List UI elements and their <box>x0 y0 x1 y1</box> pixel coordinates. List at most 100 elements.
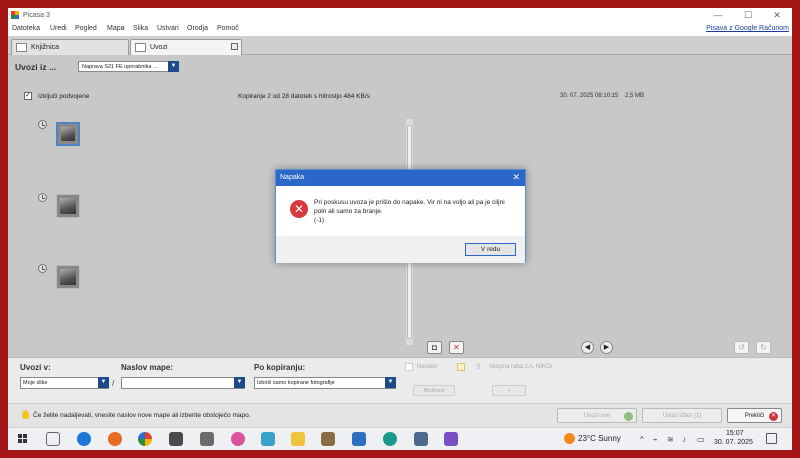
menu-slika[interactable]: Slika <box>133 25 148 32</box>
app-icon[interactable] <box>200 432 214 446</box>
copy-progress-text: Kopiranje 2 od 28 datotek s hitrostjo 48… <box>238 93 370 100</box>
app-icon[interactable] <box>169 432 183 446</box>
error-dialog: Napaka ✕ ✕ Pri poskusu uvoza je prišlo d… <box>275 169 526 263</box>
import-icon <box>135 43 146 52</box>
close-icon[interactable]: ✕ <box>512 172 520 183</box>
import-source-select[interactable]: Naprava S21 FE uporabnika ... ▼ <box>78 61 179 72</box>
chevron-down-icon[interactable]: ▼ <box>98 377 109 388</box>
dialog-footer: V redu <box>276 236 525 263</box>
menu-orodja[interactable]: Orodja <box>187 25 208 32</box>
picasa-taskbar-icon[interactable] <box>138 432 152 446</box>
import-all-label: Uvozi vse <box>583 413 610 419</box>
calendar-icon[interactable] <box>352 432 366 446</box>
google-account-link[interactable]: Pisava z Google Računom <box>706 25 789 32</box>
cancel-button[interactable]: Prekliči ✕ <box>727 408 782 423</box>
next-arrow-icon[interactable]: ▶ <box>600 341 613 354</box>
tab-library[interactable]: Knjižnica <box>11 39 129 55</box>
edge-browser-icon[interactable] <box>77 432 91 446</box>
dialog-title: Napaka <box>280 174 305 181</box>
tab-import-label: Uvozi <box>150 44 168 51</box>
weather-icon[interactable] <box>564 433 575 444</box>
calculator-icon[interactable] <box>414 432 428 446</box>
dialog-message: Pri poskusu uvoza je prišlo do napake. V… <box>314 199 505 215</box>
taskbar: 23°C Sunny ^ ⌁ ≋ ♪ ▭ 15:07 30. 07. 2025 <box>8 427 792 450</box>
wifi-icon[interactable]: ≋ <box>667 435 674 444</box>
lightbulb-icon <box>22 410 29 419</box>
battery-icon[interactable]: ▭ <box>697 435 705 444</box>
menu-uredi[interactable]: Uredi <box>50 25 67 32</box>
title-bar: Picasa 3 — ☐ ✕ <box>8 8 792 23</box>
dialog-error-code: (-1) <box>314 217 325 224</box>
dialog-body: ✕ Pri poskusu uvoza je prišlo do napake.… <box>276 186 525 236</box>
thumbnail-1[interactable] <box>56 122 80 146</box>
app-icon[interactable] <box>231 432 245 446</box>
thumbnail-2[interactable] <box>56 194 80 218</box>
exclude-duplicates-checkbox[interactable] <box>24 91 32 100</box>
app-icon[interactable] <box>321 432 335 446</box>
edge-icon[interactable] <box>383 432 397 446</box>
share-option-field[interactable]: Možnost <box>413 385 455 396</box>
menu-pogled[interactable]: Pogled <box>75 25 97 32</box>
photo-date: 30. 07. 2025 08:10:15 <box>560 93 619 99</box>
add-recipient-button[interactable]: + <box>492 385 526 396</box>
menu-ustvari[interactable]: Ustvari <box>157 25 179 32</box>
clock-icon <box>38 120 47 129</box>
star-icon <box>457 363 465 371</box>
delete-icon[interactable]: ✕ <box>449 341 464 354</box>
error-icon: ✕ <box>290 200 308 218</box>
tab-strip: Knjižnica Uvozi <box>8 36 792 55</box>
upload-icon: ⇪ <box>475 362 482 371</box>
tab-library-label: Knjižnica <box>31 44 60 51</box>
after-copy-select[interactable]: Izbriši samo kopirane fotografije ▼ <box>254 377 396 389</box>
action-bar: Če želite nadaljevati, vnesite naslov no… <box>8 403 792 427</box>
window-title: Picasa 3 <box>23 12 50 19</box>
app-icon[interactable] <box>444 432 458 446</box>
windows-start-icon[interactable] <box>18 434 28 444</box>
minimize-button[interactable]: — <box>703 8 733 23</box>
screen: Picasa 3 — ☐ ✕ Datoteka Uredi Pogled Map… <box>8 8 792 450</box>
import-to-select[interactable]: Moje slike ▼ <box>20 377 109 389</box>
previous-arrow-icon[interactable]: ◀ <box>581 341 594 354</box>
import-all-button[interactable]: Uvozi vse <box>557 408 637 423</box>
maximize-button[interactable]: ☐ <box>733 8 763 23</box>
task-view-icon[interactable] <box>46 432 60 446</box>
chevron-down-icon[interactable]: ▼ <box>234 377 245 388</box>
hint-text: Če želite nadaljevati, vnesite naslov no… <box>33 412 251 419</box>
exclude-duplicates-label: Izključi podvojene <box>38 93 90 100</box>
ok-button[interactable]: V redu <box>465 243 516 256</box>
firefox-icon[interactable] <box>108 432 122 446</box>
settings-checkbox[interactable] <box>405 363 413 371</box>
clock-icon <box>38 264 47 273</box>
tab-close-icon[interactable] <box>231 43 238 50</box>
network-icon[interactable]: ⌁ <box>653 435 658 444</box>
import-options: Uvozi v: Moje slike ▼ / Naslov mape: ▼ P… <box>8 357 792 403</box>
rotate-left-icon[interactable]: ↺ <box>734 341 749 354</box>
check-icon <box>624 412 633 421</box>
clock-time[interactable]: 15:07 <box>726 430 744 437</box>
weather-text[interactable]: 23°C Sunny <box>578 434 621 443</box>
thumbnail-3[interactable] <box>56 265 80 289</box>
share-label: Skupna raba z.n. NIKOr <box>489 364 553 370</box>
chevron-down-icon[interactable]: ▼ <box>168 61 179 72</box>
menu-pomoc[interactable]: Pomoč <box>217 25 239 32</box>
folder-title-input[interactable]: ▼ <box>121 377 245 389</box>
close-window-button[interactable]: ✕ <box>762 8 792 23</box>
settings-label: Nastavi <box>417 364 438 370</box>
menu-mapa[interactable]: Mapa <box>107 25 125 32</box>
import-selected-button[interactable]: Uvozi izbor (1) <box>642 408 722 423</box>
camera-icon[interactable]: ◘ <box>427 341 442 354</box>
volume-icon[interactable]: ♪ <box>682 435 686 444</box>
picasa-logo-icon <box>11 11 19 19</box>
notification-icon[interactable] <box>766 433 777 444</box>
path-separator: / <box>112 379 115 388</box>
clock-date[interactable]: 30. 07. 2025 <box>714 439 753 446</box>
tab-import[interactable]: Uvozi <box>130 39 242 55</box>
file-explorer-icon[interactable] <box>291 432 305 446</box>
chevron-down-icon[interactable]: ▼ <box>385 377 396 388</box>
import-source-value: Naprava S21 FE uporabnika ... <box>82 63 158 70</box>
menu-datoteka[interactable]: Datoteka <box>12 25 40 32</box>
app-icon[interactable] <box>261 432 275 446</box>
chevron-up-icon[interactable]: ^ <box>640 435 644 444</box>
rotate-right-icon[interactable]: ↻ <box>756 341 771 354</box>
library-icon <box>16 43 27 52</box>
